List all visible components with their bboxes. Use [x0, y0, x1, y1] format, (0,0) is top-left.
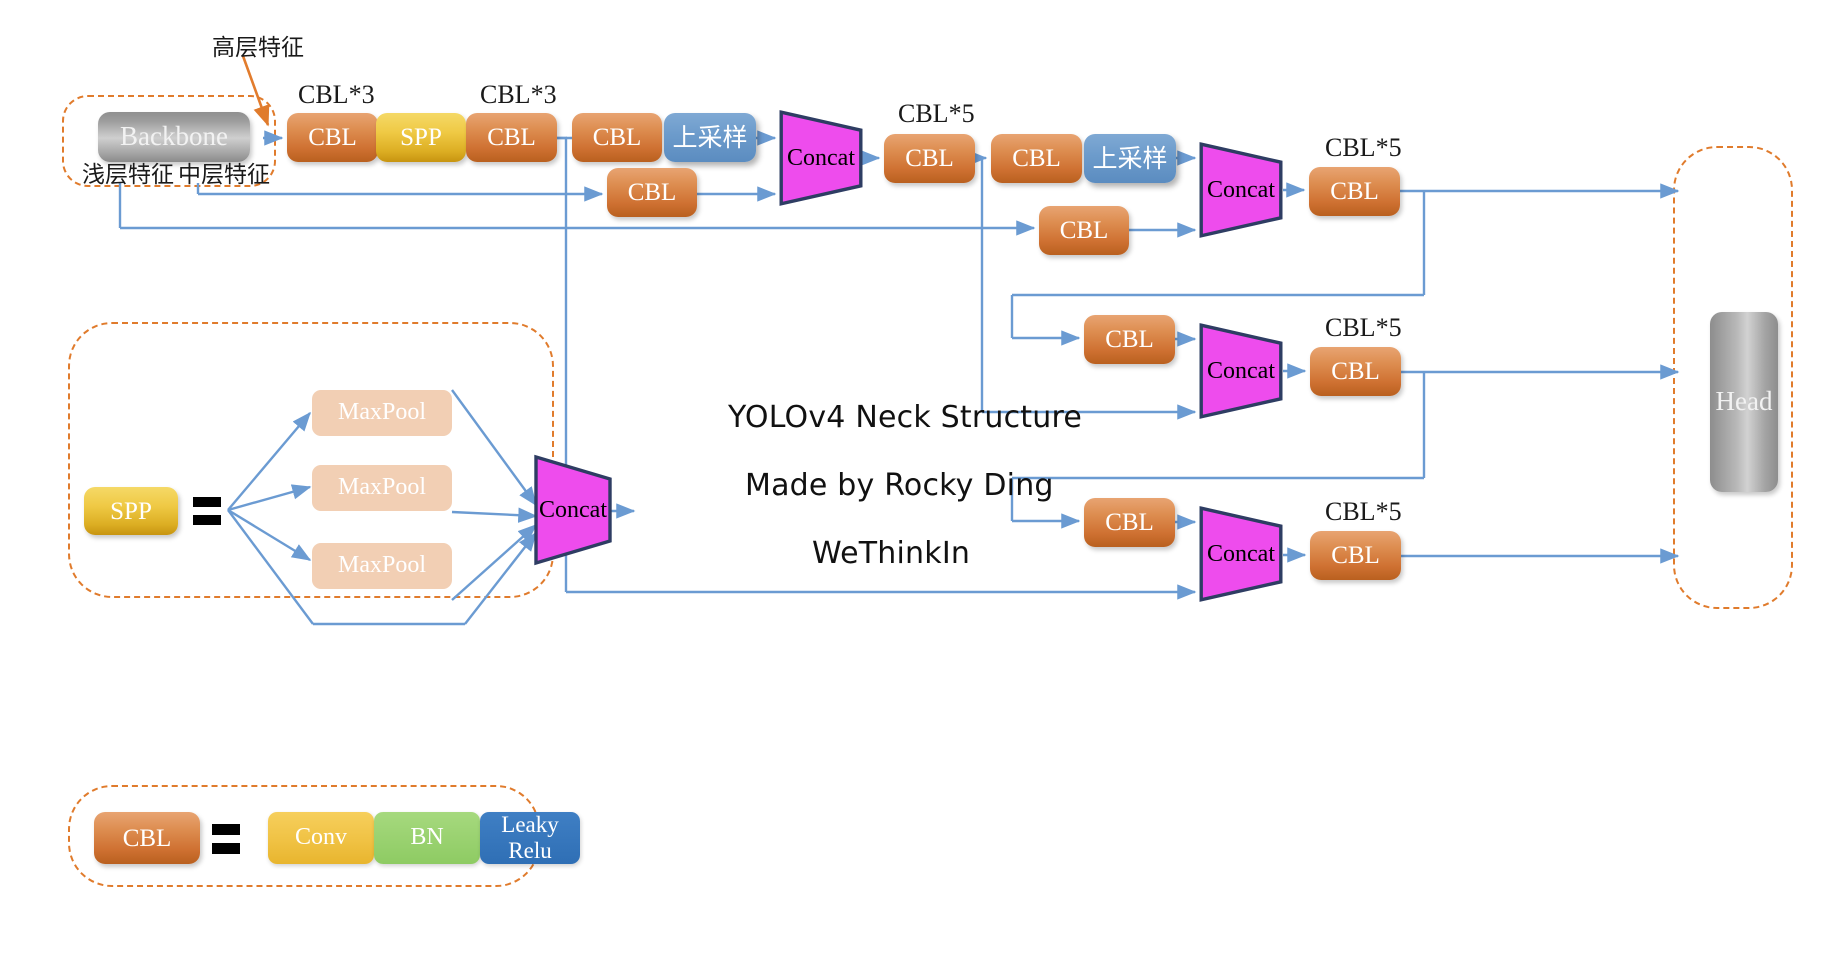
n-cbl-11-label: CBL [1105, 509, 1154, 536]
head-label: Head [1715, 386, 1773, 417]
legend-conv-label: Conv [294, 824, 347, 851]
n-cbl-10-label: CBL [1331, 358, 1380, 385]
cbl3-label-b: CBL*3 [480, 80, 557, 109]
n-cbl-7[interactable]: CBL [1039, 206, 1129, 255]
n-cbl-9[interactable]: CBL [1084, 315, 1175, 364]
feature-high-label: 高层特征 [212, 35, 304, 61]
concat-block-1[interactable]: Concat [779, 110, 863, 206]
legend-leaky-line-1: Leaky [501, 812, 559, 838]
backbone-label: Backbone [120, 121, 228, 152]
n-cbl-2-label: CBL [487, 124, 536, 151]
n-cbl-4[interactable]: CBL [607, 168, 697, 217]
cbl5-label-d: CBL*5 [1325, 497, 1402, 526]
n-cbl-5[interactable]: CBL [884, 134, 975, 183]
n-cbl-9-label: CBL [1105, 326, 1154, 353]
title-line-1: YOLOv4 Neck Structure [728, 400, 1082, 435]
n-cbl-1-label: CBL [308, 124, 357, 151]
n-ups-2[interactable]: 上采样 [1084, 134, 1176, 183]
n-cbl-12-label: CBL [1331, 542, 1380, 569]
n-cbl-11[interactable]: CBL [1084, 498, 1175, 547]
spp-detail-source-block[interactable]: SPP [84, 487, 178, 535]
maxpool-block-2[interactable]: MaxPool [312, 465, 452, 511]
concat-block-2[interactable]: Concat [1199, 142, 1283, 238]
n-cbl-3[interactable]: CBL [572, 113, 662, 162]
n-spp-label: SPP [400, 124, 442, 151]
head-block[interactable]: Head [1710, 312, 1778, 492]
feature-mid-label: 中层特征 [178, 162, 270, 188]
concat-block-4[interactable]: Concat [1199, 506, 1283, 602]
maxpool-block-1[interactable]: MaxPool [312, 390, 452, 436]
maxpool-label-2: MaxPool [337, 474, 426, 501]
legend-cbl-label: CBL [122, 824, 172, 852]
cbl5-label-c: CBL*5 [1325, 313, 1402, 342]
maxpool-label-1: MaxPool [337, 399, 426, 426]
concat-block-3[interactable]: Concat [1199, 323, 1283, 419]
n-ups-1-label: 上采样 [672, 123, 748, 152]
n-cbl-6-label: CBL [1012, 145, 1061, 172]
n-cbl-3-label: CBL [592, 124, 642, 151]
legend-equals-sign [212, 824, 240, 854]
title-line-3: WeThinkIn [812, 536, 971, 571]
n-ups-2-label: 上采样 [1092, 144, 1168, 173]
n-cbl-7-label: CBL [1059, 217, 1109, 244]
maxpool-block-3[interactable]: MaxPool [312, 543, 452, 589]
spp-detail-label: SPP [110, 497, 152, 525]
spp-detail-concat[interactable]: Concat [534, 454, 612, 566]
legend-bn-label: BN [410, 824, 444, 851]
n-cbl-8-label: CBL [1330, 178, 1379, 205]
legend-bn-block[interactable]: BN [374, 812, 480, 864]
legend-leaky-line-2: Relu [508, 838, 552, 863]
spp-detail-dashed-container [68, 322, 554, 598]
legend-leakyrelu-block[interactable]: Leaky Relu [480, 812, 580, 864]
maxpool-label-3: MaxPool [337, 552, 426, 579]
n-cbl-4-label: CBL [627, 179, 677, 206]
cbl5-label-a: CBL*5 [898, 99, 975, 128]
cbl3-label-a: CBL*3 [298, 80, 375, 109]
n-cbl-10[interactable]: CBL [1310, 347, 1401, 396]
spp-equals-sign [193, 497, 221, 525]
n-cbl-12[interactable]: CBL [1310, 531, 1401, 580]
title-line-2: Made by Rocky Ding [745, 468, 1054, 503]
diagram-canvas: Backbone 高层特征 浅层特征 中层特征 CBL*3 CBL*3 CBL*… [0, 0, 1840, 956]
n-cbl-1[interactable]: CBL [287, 113, 378, 162]
n-spp[interactable]: SPP [376, 113, 466, 162]
n-ups-1[interactable]: 上采样 [664, 113, 756, 162]
feature-shallow-label: 浅层特征 [82, 162, 174, 188]
n-cbl-5-label: CBL [905, 145, 954, 172]
legend-cbl-block[interactable]: CBL [94, 812, 200, 864]
cbl5-label-b: CBL*5 [1325, 133, 1402, 162]
n-cbl-6[interactable]: CBL [991, 134, 1082, 183]
legend-conv-block[interactable]: Conv [268, 812, 374, 864]
n-cbl-2[interactable]: CBL [466, 113, 557, 162]
n-cbl-8[interactable]: CBL [1309, 167, 1400, 216]
